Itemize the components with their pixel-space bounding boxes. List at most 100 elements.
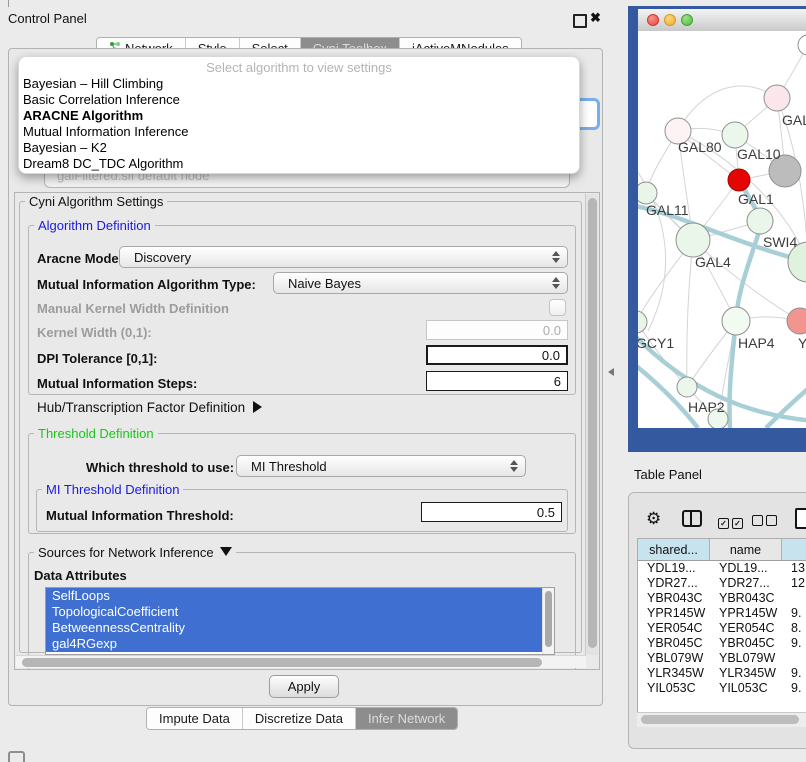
algorithm-option[interactable]: Bayesian – Hill Climbing bbox=[19, 76, 579, 92]
algorithm-option[interactable]: Mutual Information Inference bbox=[19, 124, 579, 140]
hub-section-toggle[interactable]: Hub/Transcription Factor Definition bbox=[37, 400, 262, 415]
mi-steps-label: Mutual Information Steps: bbox=[37, 376, 197, 391]
network-node-label: HAP2 bbox=[688, 399, 725, 415]
network-node[interactable] bbox=[747, 208, 773, 234]
dpi-tolerance-field[interactable]: 0.0 bbox=[426, 345, 568, 365]
network-node[interactable] bbox=[638, 311, 647, 333]
network-node-label: GAL11 bbox=[646, 202, 689, 218]
manual-kernel-checkbox[interactable] bbox=[549, 299, 566, 316]
network-node[interactable] bbox=[676, 223, 710, 257]
algorithm-option[interactable]: Dream8 DC_TDC Algorithm bbox=[19, 156, 579, 172]
columns-icon[interactable] bbox=[682, 510, 702, 527]
cell-shared: YDR27... bbox=[638, 576, 710, 591]
scrollbar-thumb[interactable] bbox=[22, 658, 542, 667]
aracne-mode-select[interactable]: Discovery bbox=[119, 246, 568, 268]
table-row[interactable]: YBL079WYBL079W bbox=[638, 651, 806, 666]
aracne-mode-value: Discovery bbox=[134, 250, 191, 265]
table-row[interactable]: YIL053CYIL053C9. bbox=[638, 681, 806, 696]
close-icon[interactable]: ✖ bbox=[590, 10, 601, 26]
data-attributes-label: Data Attributes bbox=[34, 568, 127, 583]
tab-impute-data[interactable]: Impute Data bbox=[147, 708, 243, 729]
algorithm-popup: Select algorithm to view settings Bayesi… bbox=[18, 56, 580, 174]
minimize-traffic-light[interactable] bbox=[664, 14, 676, 26]
settings-vertical-scrollbar[interactable] bbox=[585, 194, 598, 655]
gear-icon[interactable]: ⚙ bbox=[646, 510, 661, 527]
network-node-label: Y bbox=[798, 335, 806, 351]
table-row[interactable]: YLR345WYLR345W9. bbox=[638, 666, 806, 681]
dpi-tolerance-label: DPI Tolerance [0,1]: bbox=[37, 351, 157, 366]
cell-name: YIL053C bbox=[710, 681, 782, 696]
unchecked-checkboxes-icon[interactable] bbox=[752, 513, 777, 531]
algorithm-popup-prompt: Select algorithm to view settings bbox=[19, 57, 579, 76]
scrollbar-thumb[interactable] bbox=[588, 198, 597, 648]
settings-horizontal-scrollbar[interactable] bbox=[16, 655, 586, 668]
mi-threshold-label: Mutual Information Threshold: bbox=[46, 508, 234, 523]
cell-name: YDL19... bbox=[710, 561, 782, 576]
tab-impute-data-label: Impute Data bbox=[159, 711, 230, 726]
network-node[interactable] bbox=[677, 377, 697, 397]
algorithm-option[interactable]: Basic Correlation Inference bbox=[19, 92, 579, 108]
scrollbar-thumb[interactable] bbox=[641, 715, 799, 724]
table-row[interactable]: YBR043CYBR043C bbox=[638, 591, 806, 606]
table-horizontal-scrollbar[interactable] bbox=[637, 712, 806, 727]
stepper-arrows-icon bbox=[552, 251, 560, 263]
list-item[interactable]: gal4RGexp bbox=[46, 636, 554, 652]
cell-shared: YDL19... bbox=[638, 561, 710, 576]
expanded-arrow-icon bbox=[220, 547, 232, 556]
which-threshold-select[interactable]: MI Threshold bbox=[236, 455, 526, 477]
bottom-tabbar: Impute Data Discretize Data Infer Networ… bbox=[146, 707, 458, 730]
table-row[interactable]: YDR27...YDR27...12 bbox=[638, 576, 806, 591]
cell-name: YBR043C bbox=[710, 591, 782, 606]
float-panel-icon[interactable] bbox=[573, 14, 587, 28]
cell-name: YER054C bbox=[710, 621, 782, 636]
mi-threshold-field[interactable]: 0.5 bbox=[421, 502, 562, 522]
network-node[interactable] bbox=[798, 35, 806, 55]
hub-section-label: Hub/Transcription Factor Definition bbox=[37, 400, 245, 415]
list-item[interactable]: BetweennessCentrality bbox=[46, 620, 554, 636]
apply-button[interactable]: Apply bbox=[269, 675, 339, 698]
network-node-selected[interactable] bbox=[728, 169, 750, 191]
sources-group-title[interactable]: Sources for Network Inference bbox=[34, 545, 236, 560]
column-header-name[interactable]: name bbox=[710, 539, 782, 560]
data-attributes-list[interactable]: SelfLoops TopologicalCoefficient Between… bbox=[45, 587, 555, 655]
network-node[interactable] bbox=[787, 308, 806, 334]
mi-threshold-group-title: MI Threshold Definition bbox=[42, 482, 183, 497]
network-window-titlebar[interactable] bbox=[638, 9, 806, 32]
network-canvas[interactable]: GAL GAL80 GAL10 GAL1 GAL11 SWI4 GAL4 GCY… bbox=[638, 31, 806, 428]
table-row[interactable]: YER054CYER054C8. bbox=[638, 621, 806, 636]
checked-checkboxes-icon[interactable]: ✓✓ bbox=[718, 513, 743, 531]
list-item[interactable]: TopologicalCoefficient bbox=[46, 604, 554, 620]
algorithm-option-selected[interactable]: ARACNE Algorithm bbox=[19, 108, 579, 124]
network-node-label: GCY1 bbox=[638, 335, 674, 351]
table-row[interactable]: YDL19...YDL19...13 bbox=[638, 561, 806, 576]
zoom-traffic-light[interactable] bbox=[681, 14, 693, 26]
table-row[interactable]: YPR145WYPR145W9. bbox=[638, 606, 806, 621]
column-header-partial[interactable] bbox=[782, 539, 806, 560]
column-header-shared[interactable]: shared... bbox=[638, 539, 710, 560]
cell-name: YBL079W bbox=[710, 651, 782, 666]
tab-infer-network-label: Infer Network bbox=[368, 711, 445, 726]
cell-value: 9. bbox=[782, 681, 806, 696]
close-traffic-light[interactable] bbox=[647, 14, 659, 26]
mi-algorithm-type-select[interactable]: Naive Bayes bbox=[273, 272, 568, 294]
dock-panel-icon[interactable] bbox=[8, 751, 25, 762]
kernel-width-field[interactable]: 0.0 bbox=[426, 320, 568, 340]
table-row[interactable]: YBR045CYBR045C9. bbox=[638, 636, 806, 651]
mi-steps-field[interactable]: 6 bbox=[426, 371, 568, 391]
kernel-width-value: 0.0 bbox=[543, 323, 561, 338]
network-node[interactable] bbox=[764, 85, 790, 111]
kernel-width-label: Kernel Width (0,1): bbox=[37, 325, 152, 340]
splitter-collapse-icon[interactable] bbox=[608, 368, 614, 376]
table-mode-icon[interactable] bbox=[795, 508, 806, 529]
network-node[interactable] bbox=[722, 307, 750, 335]
algorithm-option[interactable]: Bayesian – K2 bbox=[19, 140, 579, 156]
list-scrollbar[interactable] bbox=[542, 588, 554, 654]
network-node-label: GAL10 bbox=[737, 146, 781, 162]
network-node[interactable] bbox=[638, 182, 657, 204]
tab-discretize-data[interactable]: Discretize Data bbox=[243, 708, 356, 729]
list-item[interactable]: SelfLoops bbox=[46, 588, 554, 604]
tab-infer-network[interactable]: Infer Network bbox=[356, 708, 457, 729]
table-panel-title: Table Panel bbox=[634, 467, 702, 482]
network-node[interactable] bbox=[722, 122, 748, 148]
table-body[interactable]: YDL19...YDL19...13 YDR27...YDR27...12 YB… bbox=[637, 561, 806, 712]
